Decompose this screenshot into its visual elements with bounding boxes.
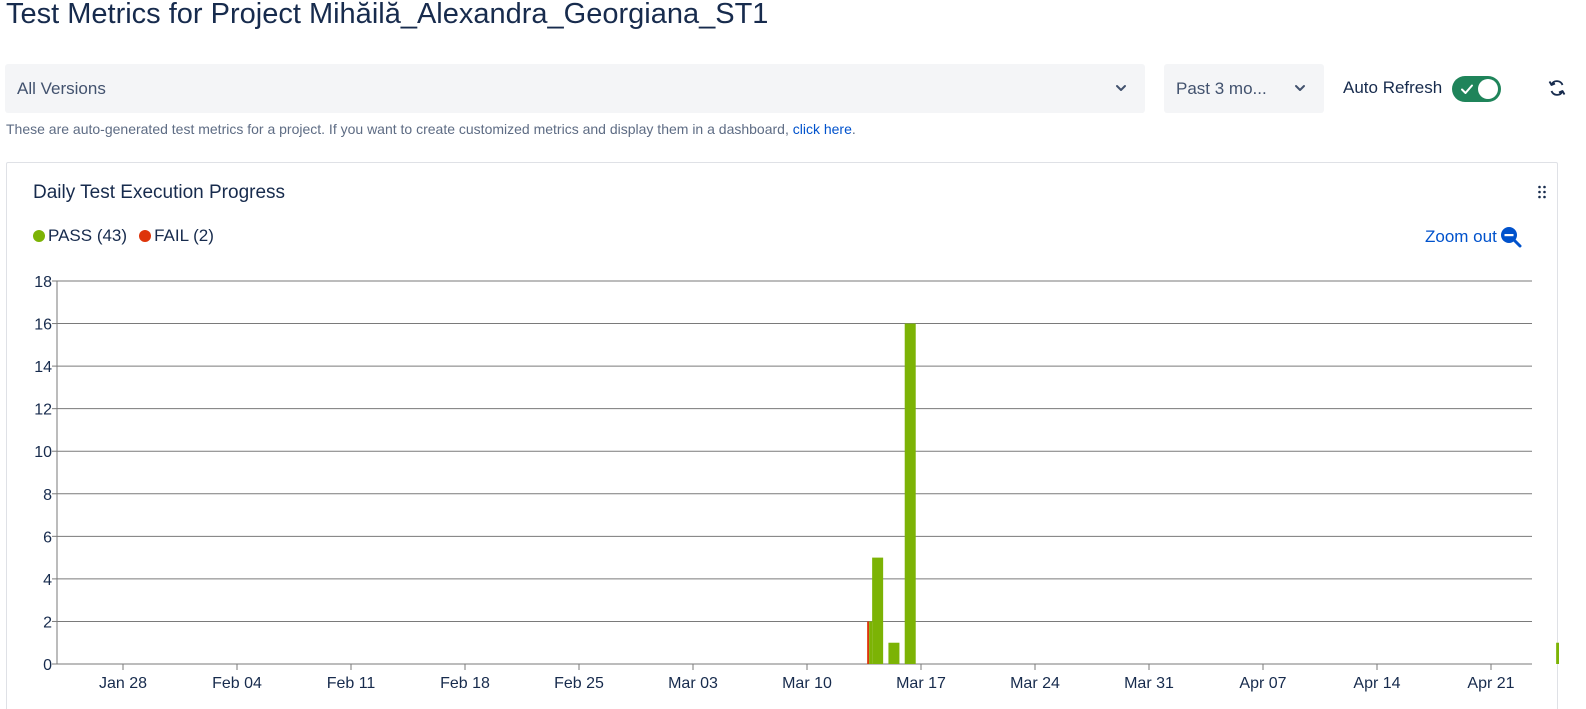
chevron-down-icon <box>1295 85 1305 91</box>
chart-card: 0 2 4 6 8 10 12 14 16 18 Jan 28 Feb 04 Feb 11 Feb 18 F… <box>6 162 1559 709</box>
chart-title: Daily Test Execution Progress <box>33 182 286 203</box>
x-tick-label: Mar 24 <box>1010 675 1060 692</box>
y-tick-label: 2 <box>43 614 52 631</box>
bar-pass <box>872 557 884 664</box>
y-tick-label: 0 <box>43 657 52 674</box>
click-here-link[interactable]: click here <box>793 121 852 137</box>
info-message: These are auto-generated test metrics fo… <box>6 121 793 137</box>
chevron-down-icon <box>1116 85 1126 91</box>
x-tick-label: Feb 25 <box>554 675 604 692</box>
zoom-out-icon <box>1500 227 1522 248</box>
legend-fail-dot <box>139 230 152 242</box>
period-select-value: Past 3 mo... <box>1176 78 1267 98</box>
info-trailing: . <box>851 121 856 137</box>
auto-refresh-label: Auto Refresh <box>1343 78 1443 97</box>
x-tick-label: Jan 28 <box>99 675 147 692</box>
daily-execution-chart: 0 2 4 6 8 10 12 14 16 18 Jan 28 Feb 04 Feb 11 Feb 18 F… <box>34 274 1559 692</box>
legend-pass-dot <box>33 230 45 242</box>
y-tick-label: 4 <box>43 572 52 589</box>
legend-pass[interactable]: PASS (43) <box>33 226 127 246</box>
x-tick-label: Apr 21 <box>1467 675 1514 692</box>
toggle-knob <box>1478 79 1498 99</box>
x-tick-label: Mar 03 <box>668 675 718 692</box>
period-select[interactable]: Past 3 mo... <box>1164 64 1324 113</box>
y-tick-label: 12 <box>34 402 52 419</box>
y-tick-label: 6 <box>43 529 52 546</box>
page-title: Test Metrics for Project Mihăilă_Alexand… <box>6 0 769 30</box>
check-icon <box>1461 84 1473 94</box>
x-tick-label: Feb 18 <box>440 675 490 692</box>
versions-select-value: All Versions <box>17 78 106 98</box>
y-tick-label: 10 <box>34 444 52 461</box>
y-tick-label: 16 <box>34 317 52 334</box>
y-tick-label: 8 <box>43 487 52 504</box>
x-tick-label: Apr 07 <box>1239 675 1286 692</box>
auto-refresh-toggle[interactable] <box>1452 76 1501 102</box>
refresh-icon[interactable] <box>1547 78 1567 98</box>
x-tick-label: Mar 31 <box>1124 675 1174 692</box>
drag-handle-icon[interactable] <box>1537 185 1547 199</box>
bar-pass <box>888 642 900 664</box>
y-tick-label: 14 <box>34 359 52 376</box>
bar-pass <box>869 621 873 664</box>
x-tick-label: Mar 10 <box>782 675 832 692</box>
x-tick-label: Apr 14 <box>1353 675 1400 692</box>
versions-select[interactable]: All Versions <box>5 64 1145 113</box>
chart-legend: PASS (43) FAIL (2) <box>33 226 214 246</box>
info-text: These are auto-generated test metrics fo… <box>6 121 856 137</box>
legend-fail-label: FAIL (2) <box>154 226 214 245</box>
y-tick-label: 18 <box>34 274 52 291</box>
x-tick-label: Mar 17 <box>896 675 946 692</box>
zoom-out-button[interactable]: Zoom out <box>1425 226 1522 248</box>
x-tick-label: Feb 11 <box>327 675 376 692</box>
x-tick-label: Feb 04 <box>212 675 262 692</box>
zoom-out-label: Zoom out <box>1425 227 1497 246</box>
bar-fail <box>867 621 870 664</box>
bar-pass <box>1556 642 1559 664</box>
bar-pass <box>904 323 916 664</box>
legend-fail[interactable]: FAIL (2) <box>139 226 214 246</box>
legend-pass-label: PASS (43) <box>48 226 128 245</box>
